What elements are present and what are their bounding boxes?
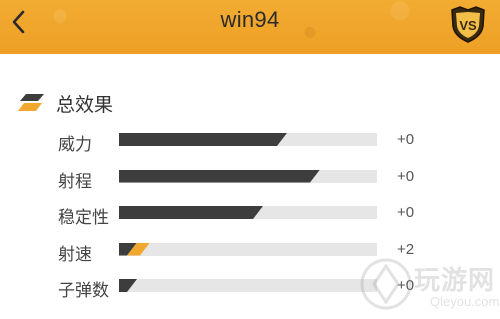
stat-bar: [119, 206, 377, 219]
stat-bar: [119, 133, 377, 146]
stat-label: 威力: [58, 135, 92, 155]
watermark-logo-icon: [360, 258, 412, 310]
watermark-text: 玩游网: [414, 266, 496, 296]
stat-delta: +0: [397, 204, 415, 221]
section-title: 总效果: [56, 93, 114, 116]
header-bar: win94 VS: [0, 0, 500, 54]
watermark-subtext: Qleyou.com: [430, 294, 500, 309]
stat-label: 子弹数: [58, 281, 109, 301]
stat-delta: +0: [397, 131, 415, 148]
stat-delta: +0: [397, 167, 415, 185]
vs-shield-icon: VS: [451, 6, 485, 43]
stat-label: 稳定性: [58, 208, 109, 228]
stat-row-power: 威力 +0: [0, 124, 500, 161]
stat-bar-fill: [119, 279, 137, 292]
stat-bar: [119, 169, 377, 183]
stat-row-stability: 稳定性 +0: [0, 197, 500, 234]
stat-bar: [119, 279, 377, 292]
weapon-detail-screen: win94 VS 总效果 威力 +0 射程 +0 稳定性 +0 射速 +2 子弹…: [0, 0, 500, 319]
vs-compare-button[interactable]: VS: [446, 4, 490, 44]
stat-row-range: 射程 +0: [0, 161, 500, 198]
stat-label: 射速: [58, 244, 92, 265]
stat-label: 射程: [58, 171, 92, 192]
vs-label: VS: [459, 18, 477, 33]
watermark: 玩游网 Qleyou.com: [356, 250, 500, 318]
stat-bar-fill: [119, 206, 263, 219]
stat-bar-fill: [119, 170, 320, 183]
layers-icon: [18, 94, 44, 111]
section-header: 总效果: [16, 90, 113, 116]
stat-bar-fill: [119, 133, 287, 146]
page-title: win94: [220, 7, 280, 32]
stat-bar: [119, 242, 377, 256]
